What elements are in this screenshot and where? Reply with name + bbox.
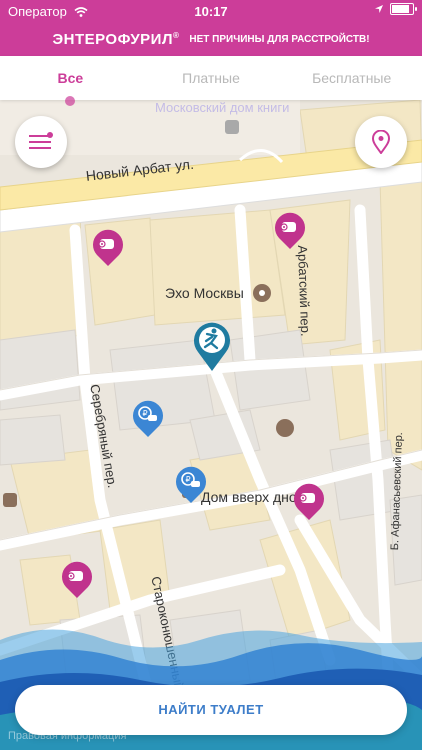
tab-free[interactable]: Бесплатные xyxy=(281,56,422,100)
trademark: ® xyxy=(172,30,180,40)
bookstore-poi-icon xyxy=(225,120,239,134)
free-toilet-marker[interactable] xyxy=(60,561,94,599)
left-poi-icon xyxy=(3,493,17,507)
echo-poi-center xyxy=(259,290,265,296)
brand-banner: ЭНТЕРОФУРИЛ® НЕТ ПРИЧИНЫ ДЛЯ РАССТРОЙСТВ… xyxy=(0,22,422,56)
brand-name: ЭНТЕРОФУРИЛ® xyxy=(52,30,180,48)
street-label-arbatskiy: Арбатский пер. xyxy=(295,245,314,337)
tab-paid[interactable]: Платные xyxy=(141,56,282,100)
menu-icon xyxy=(29,132,53,149)
location-button[interactable] xyxy=(355,116,407,168)
battery-fill xyxy=(392,5,409,13)
filter-tabs: Все Платные Бесплатные xyxy=(0,56,422,106)
place-label-dom-knigi: Московский дом книги xyxy=(155,100,290,115)
paid-toilet-marker[interactable]: ₽ xyxy=(131,400,165,438)
user-location-marker[interactable] xyxy=(192,322,232,372)
clock: 10:17 xyxy=(194,4,228,19)
free-toilet-marker[interactable] xyxy=(273,212,307,250)
svg-text:₽: ₽ xyxy=(142,409,147,418)
free-toilet-marker[interactable] xyxy=(292,483,326,521)
place-label-dom-vverh: Дом вверх дном xyxy=(201,489,297,505)
svg-text:₽: ₽ xyxy=(185,475,190,484)
status-bar: Оператор 10:17 xyxy=(0,0,422,22)
place-label-echo: Эхо Москвы xyxy=(165,285,244,301)
location-pin-icon xyxy=(371,130,391,154)
brand-slogan: НЕТ ПРИЧИНЫ ДЛЯ РАССТРОЙСТВ! xyxy=(189,33,370,45)
menu-button[interactable] xyxy=(15,116,67,168)
free-toilet-marker[interactable] xyxy=(91,229,125,267)
museum-poi-icon xyxy=(276,419,294,437)
location-arrow-icon xyxy=(375,5,383,13)
battery-icon xyxy=(390,3,417,15)
paid-toilet-marker[interactable]: ₽ xyxy=(174,466,208,504)
find-toilet-button[interactable]: НАЙТИ ТУАЛЕТ xyxy=(15,685,407,735)
tab-all[interactable]: Все xyxy=(0,56,141,106)
